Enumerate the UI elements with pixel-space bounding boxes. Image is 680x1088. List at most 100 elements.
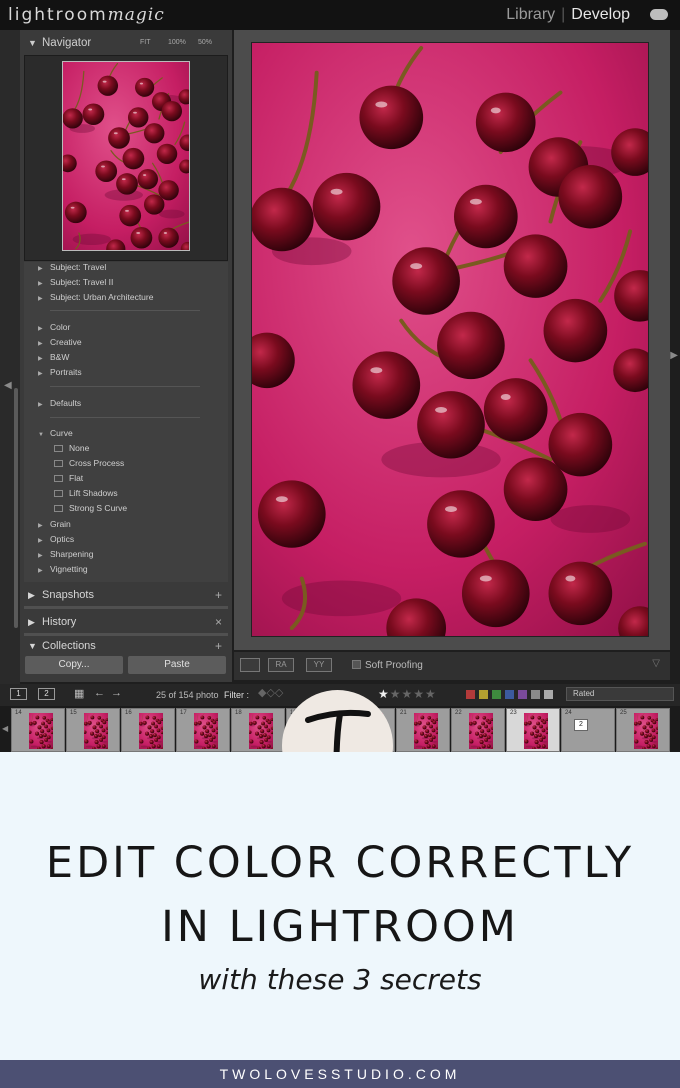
thumbnail-index: 17 (180, 710, 187, 716)
compare-button[interactable]: YY (306, 658, 332, 672)
grid-icon[interactable]: ▦ (74, 687, 84, 700)
color-label-swatch[interactable] (505, 690, 514, 699)
cherries-thumbnail-image (249, 713, 273, 749)
virtual-copy-badge: 2 (574, 719, 588, 731)
preset-curve-item[interactable]: Strong S Curve (54, 503, 127, 513)
photo-count: 25 of 154 photo (156, 690, 219, 700)
preset-group[interactable]: ▶ Grain (38, 519, 71, 529)
before-after-button[interactable]: RA (268, 658, 294, 672)
lightroom-magic-logo: lightroommagic (8, 5, 165, 25)
filter-label: Filter : (224, 690, 250, 700)
panel-divider (24, 633, 228, 636)
preset-group[interactable]: ▶ Color (38, 322, 70, 332)
navigator-header[interactable]: ▼ Navigator FIT 100% 50% (24, 34, 228, 54)
preset-item[interactable]: ▶ Subject: Travel II (38, 277, 113, 287)
collapse-right-icon[interactable]: ▶ (670, 350, 678, 361)
loupe-view-button[interactable] (240, 658, 260, 672)
filmstrip-thumbnail[interactable]: 16 (121, 708, 175, 752)
headline-line-2: IN LIGHTROOM (161, 902, 519, 952)
filmstrip-thumbnail[interactable]: 21 (396, 708, 450, 752)
zoom-fit[interactable]: FIT (140, 39, 151, 46)
zoom-100[interactable]: 100% (168, 39, 186, 46)
filmstrip-thumbnail[interactable]: 24 2 (561, 708, 615, 752)
chevron-down-icon[interactable]: ▽ (652, 658, 660, 669)
preset-group-curve[interactable]: ▼ Curve (38, 428, 73, 438)
color-label-swatch[interactable] (466, 690, 475, 699)
screen-2-button[interactable]: 2 (38, 688, 55, 700)
module-develop[interactable]: Develop (571, 6, 630, 23)
module-library[interactable]: Library (506, 6, 555, 23)
cloud-icon[interactable] (650, 9, 668, 20)
preset-curve-item[interactable]: Cross Process (54, 458, 124, 468)
preset-icon (54, 460, 63, 468)
back-arrow-icon[interactable]: ← (94, 687, 105, 699)
soft-proofing-checkbox[interactable] (352, 660, 361, 669)
preset-icon (54, 445, 63, 453)
filmstrip-thumbnail[interactable]: 15 (66, 708, 120, 752)
preset-icon (54, 505, 63, 513)
cherries-thumbnail-image (139, 713, 163, 749)
preset-group[interactable]: ▶ Optics (38, 534, 74, 544)
forward-arrow-icon[interactable]: → (111, 687, 122, 699)
cherries-thumbnail-image (29, 713, 53, 749)
filmstrip-thumbnail[interactable]: 23 (506, 708, 560, 752)
thumbnail-index: 21 (400, 710, 407, 716)
preset-curve-item[interactable]: Lift Shadows (54, 488, 118, 498)
cherries-thumbnail-image (634, 713, 658, 749)
preset-group[interactable]: ▶ Portraits (38, 367, 82, 377)
preset-group-defaults[interactable]: ▶ Defaults (38, 398, 81, 408)
filmstrip-thumbnail[interactable]: 17 (176, 708, 230, 752)
history-header[interactable]: ▶ History × (24, 614, 228, 632)
collapse-triangle-icon: ▼ (28, 38, 37, 48)
main-photo[interactable] (251, 42, 649, 637)
divider (50, 417, 200, 418)
screen-1-button[interactable]: 1 (10, 688, 27, 700)
zoom-50[interactable]: 50% (198, 39, 212, 46)
cherries-thumbnail-image (63, 62, 189, 250)
filmstrip-left-arrow-icon[interactable]: ◀ (2, 724, 8, 733)
filter-preset-select[interactable]: Rated (566, 687, 674, 701)
filmstrip-thumbnail[interactable]: 18 (231, 708, 285, 752)
snapshots-header[interactable]: ▶ Snapshots + (24, 587, 228, 605)
preset-group[interactable]: ▶ B&W (38, 352, 69, 362)
filmstrip-thumbnail[interactable]: 22 (451, 708, 505, 752)
divider (50, 310, 200, 311)
color-label-swatch[interactable] (518, 690, 527, 699)
divider (50, 386, 200, 387)
collapse-left-icon[interactable]: ◀ (4, 380, 12, 391)
module-picker: Library | Develop (506, 6, 630, 23)
preset-curve-item[interactable]: None (54, 443, 89, 453)
color-label-swatch[interactable] (544, 690, 553, 699)
navigator-thumbnail (62, 61, 190, 251)
filmstrip-thumbnail[interactable]: 14 (11, 708, 65, 752)
preset-item[interactable]: ▶ Subject: Travel (38, 262, 106, 272)
collections-header[interactable]: ▼ Collections + (24, 638, 228, 650)
cherries-thumbnail-image (524, 713, 548, 749)
preset-group[interactable]: ▶ Vignetting (38, 564, 88, 574)
color-label-swatch[interactable] (531, 690, 540, 699)
soft-proofing-toggle[interactable]: Soft Proofing (352, 660, 423, 671)
cherries-thumbnail-image (469, 713, 493, 749)
clear-history-icon[interactable]: × (215, 615, 222, 629)
add-collection-icon[interactable]: + (215, 639, 222, 650)
thumbnail-index: 23 (510, 710, 517, 716)
copy-button[interactable]: Copy... (25, 656, 123, 674)
preset-group[interactable]: ▶ Sharpening (38, 549, 93, 559)
add-snapshot-icon[interactable]: + (215, 588, 222, 602)
preset-group[interactable]: ▶ Creative (38, 337, 82, 347)
filmstrip-thumbnail[interactable]: 25 (616, 708, 670, 752)
thumbnail-index: 18 (235, 710, 242, 716)
color-label-swatch[interactable] (479, 690, 488, 699)
thumbnail-index: 24 (565, 710, 572, 716)
flag-filter-icon[interactable]: ◆◇◇ (258, 686, 283, 699)
thumbnail-index: 22 (455, 710, 462, 716)
paste-button[interactable]: Paste (128, 656, 226, 674)
panel-scrollbar[interactable] (14, 388, 18, 628)
navigator-preview[interactable] (24, 55, 228, 261)
preset-item[interactable]: ▶ Subject: Urban Architecture (38, 292, 153, 302)
preset-curve-item[interactable]: Flat (54, 473, 83, 483)
footer-bar[interactable]: TWOLOVESSTUDIO.COM (0, 1060, 680, 1088)
color-label-swatch[interactable] (492, 690, 501, 699)
lightroom-screenshot: lightroommagic Library | Develop ◀ ▶ ▼ Nav… (0, 0, 680, 752)
website-url[interactable]: TWOLOVESSTUDIO.COM (0, 1060, 680, 1088)
